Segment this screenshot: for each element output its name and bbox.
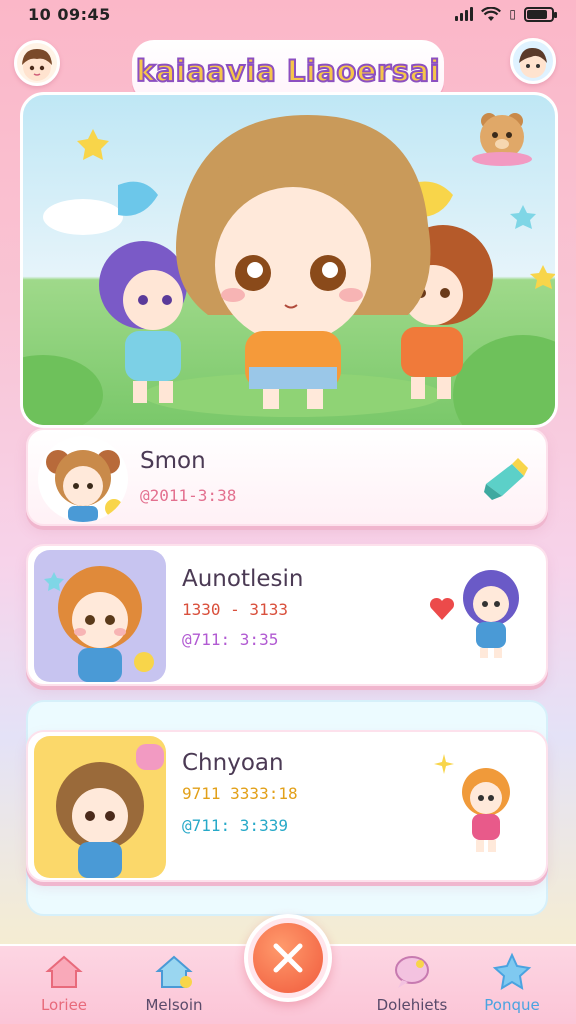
close-icon — [253, 923, 323, 993]
hero-illustration — [20, 92, 558, 428]
heart-icon[interactable] — [428, 596, 456, 622]
character-meta: @2011-3:38 — [140, 486, 237, 505]
character-brown-hair — [176, 115, 431, 409]
character-name: Smon — [140, 448, 206, 474]
nav-label: Ponque — [484, 996, 540, 1014]
character-card[interactable]: Smon @2011-3:38 — [26, 428, 548, 526]
app-title: kaiaavia Liaoersai — [135, 53, 441, 89]
signal-icon — [455, 7, 474, 21]
character-sticker — [454, 760, 518, 856]
star-icon — [510, 205, 536, 229]
character-meta: @711: 3:35 — [182, 630, 279, 649]
star-icon — [530, 265, 555, 289]
character-card[interactable]: Chnyoan 9711 3333:18 @711: 3:339 — [26, 730, 548, 882]
character-sticker — [456, 564, 526, 660]
star-icon — [77, 129, 109, 160]
nav-item-ponque[interactable]: Ponque — [462, 952, 562, 1022]
paint-tube-icon[interactable] — [482, 454, 532, 502]
character-thumbnail — [34, 736, 166, 878]
nav-label: Melsoin — [145, 996, 203, 1014]
character-card[interactable]: Aunotlesin 1330 - 3133 @711: 3:35 — [26, 544, 548, 686]
nav-label: Dolehiets — [376, 996, 448, 1014]
character-meta: @711: 3:339 — [182, 816, 288, 835]
status-icons: ▯ — [455, 6, 557, 22]
lock-rotation-icon: ▯ — [509, 7, 516, 21]
center-action-button[interactable] — [244, 914, 332, 1002]
star-icon — [492, 952, 532, 990]
character-thumbnail — [38, 436, 128, 522]
character-meta: 9711 3333:18 — [182, 784, 298, 803]
nav-item-loriee[interactable]: Loriee — [14, 952, 114, 1022]
character-name: Chnyoan — [182, 750, 284, 776]
battery-icon — [524, 6, 557, 22]
character-name: Aunotlesin — [182, 566, 304, 592]
nav-item-dolehiets[interactable]: Dolehiets — [362, 952, 462, 1022]
user-avatar[interactable] — [14, 40, 60, 86]
character-meta: 1330 - 3133 — [182, 600, 288, 619]
wifi-icon — [481, 6, 502, 21]
status-bar: 10 09:45 ▯ — [0, 0, 576, 28]
chat-bubble-icon — [395, 956, 429, 988]
teddy-bear-icon — [467, 107, 537, 167]
nav-label: Loriee — [40, 996, 88, 1014]
home-bell-icon — [155, 955, 193, 988]
sparkle-icon[interactable] — [432, 752, 456, 776]
house-icon — [45, 955, 83, 988]
character-thumbnail — [34, 550, 166, 682]
nav-item-melsoin[interactable]: Melsoin — [124, 952, 224, 1022]
friend-avatar[interactable] — [510, 38, 556, 84]
status-time: 10 09:45 — [28, 4, 111, 24]
